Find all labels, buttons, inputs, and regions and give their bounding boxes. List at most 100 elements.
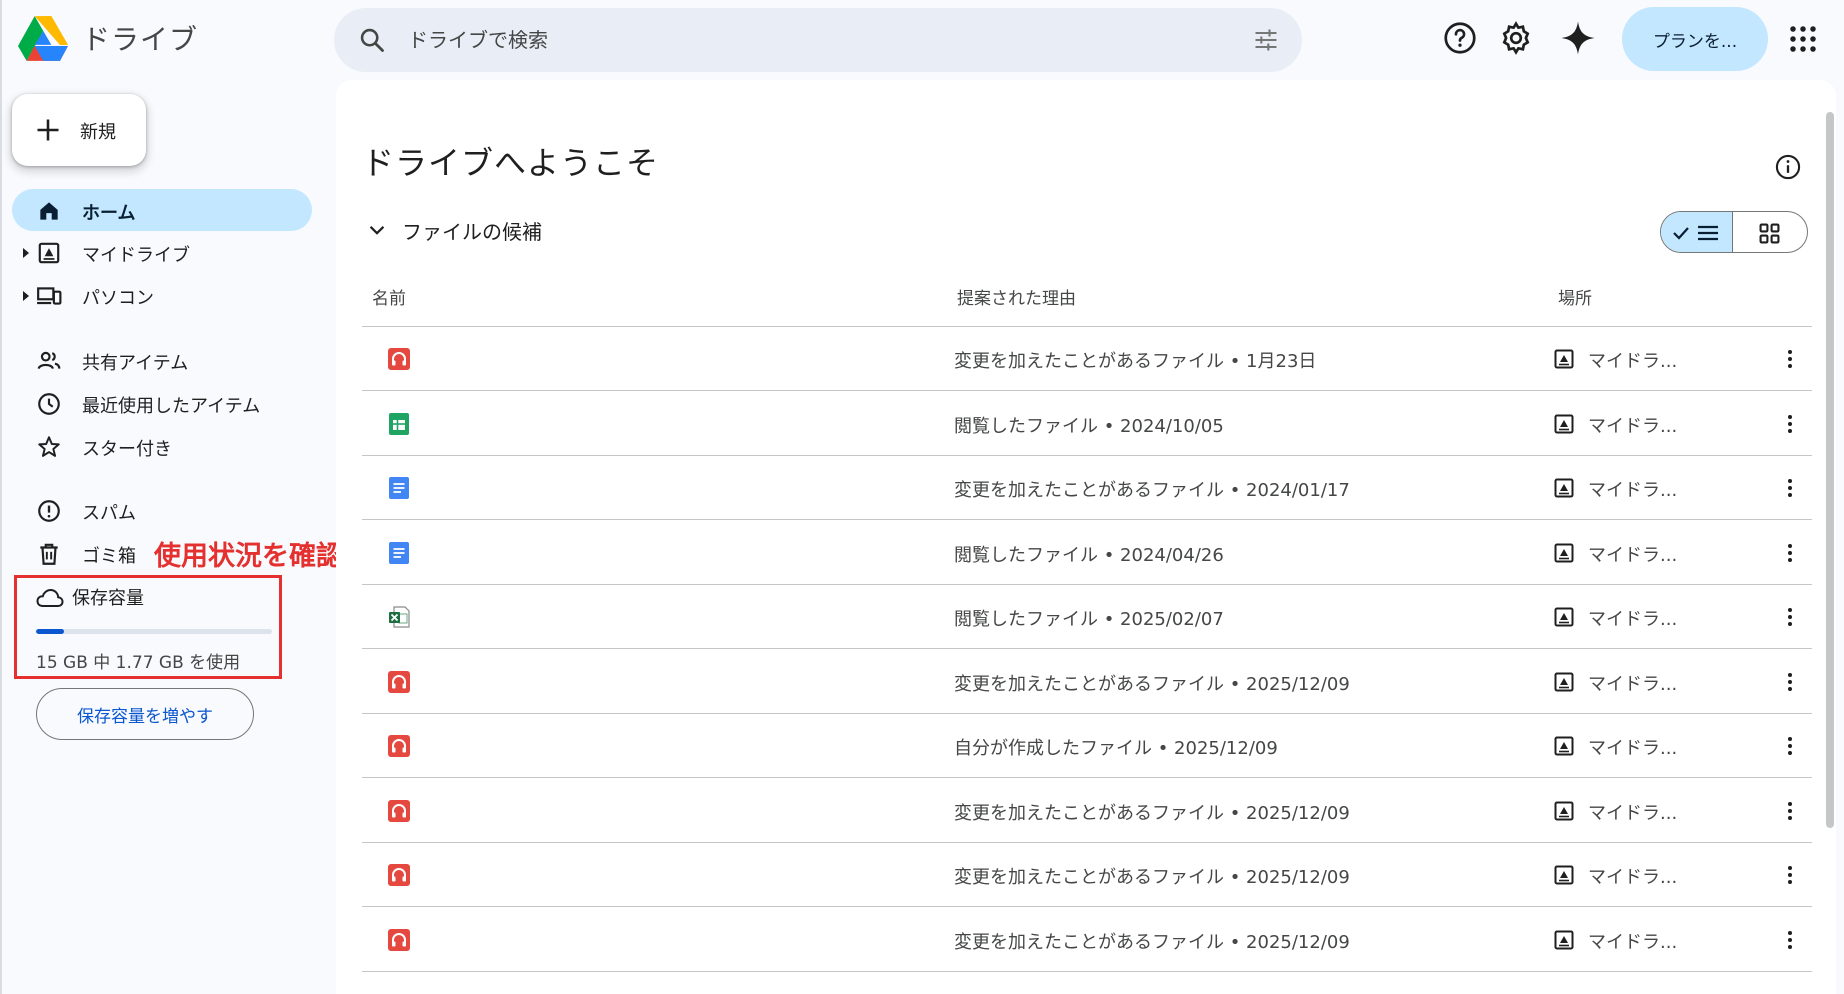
file-row[interactable]: 閲覧したファイル • 2025/02/07 マイドラ... xyxy=(362,585,1812,649)
list-view-check-icon xyxy=(1673,225,1718,241)
sidebar-item-label: マイドライブ xyxy=(82,245,190,266)
more-actions-icon[interactable] xyxy=(1776,603,1804,631)
file-row[interactable]: 自分が作成したファイル • 2025/12/09 マイドラ... xyxy=(362,714,1812,778)
search-input[interactable] xyxy=(408,22,1188,58)
home-icon xyxy=(40,202,58,220)
drive-logo-icon[interactable] xyxy=(18,16,68,61)
sidebar-item-starred[interactable]: スター付き xyxy=(12,425,312,467)
file-location[interactable]: マイドラ... xyxy=(1588,928,1677,954)
search-icon[interactable] xyxy=(358,26,386,54)
suggestion-reason: 変更を加えたことがあるファイル • 2025/12/09 xyxy=(954,802,1350,824)
column-header-reason: 提案された理由 xyxy=(957,289,1076,309)
sidebar-item-my-drive[interactable]: マイドライブ xyxy=(12,231,312,273)
more-actions-icon[interactable] xyxy=(1776,668,1804,696)
expand-arrow-icon[interactable] xyxy=(23,291,29,301)
search-bar[interactable] xyxy=(334,8,1302,72)
sidebar-item-label: 共有アイテム xyxy=(82,353,189,374)
app-title: ドライブ xyxy=(82,23,199,56)
sidebar-item-label: ゴミ箱 xyxy=(82,546,136,567)
plus-icon xyxy=(37,119,59,141)
audio-file-icon xyxy=(388,348,410,370)
sidebar-item-spam[interactable]: スパム xyxy=(12,489,312,531)
chevron-down-icon[interactable] xyxy=(366,219,388,241)
more-actions-icon[interactable] xyxy=(1776,539,1804,567)
file-location[interactable]: マイドラ... xyxy=(1588,670,1677,696)
help-icon[interactable] xyxy=(1442,20,1478,56)
more-actions-icon[interactable] xyxy=(1776,732,1804,760)
my-drive-icon xyxy=(1554,414,1574,434)
info-icon[interactable] xyxy=(1774,153,1802,181)
computers-icon xyxy=(37,287,62,305)
expand-arrow-icon[interactable] xyxy=(23,248,29,258)
sidebar-item-label: 最近使用したアイテム xyxy=(82,396,261,417)
settings-gear-icon[interactable] xyxy=(1498,20,1534,56)
file-location[interactable]: マイドラ... xyxy=(1588,541,1677,567)
more-actions-icon[interactable] xyxy=(1776,474,1804,502)
file-row[interactable]: 変更を加えたことがあるファイル • 1月23日 マイドラ... xyxy=(362,327,1812,391)
annotation-highlight-box xyxy=(14,575,282,679)
audio-file-icon xyxy=(388,735,410,757)
excel-file-icon xyxy=(388,606,410,628)
spam-icon xyxy=(38,500,60,522)
search-options-icon[interactable] xyxy=(1252,26,1280,54)
google-docs-icon xyxy=(388,477,410,499)
list-view-button[interactable] xyxy=(1661,212,1734,252)
sidebar-item-label: スター付き xyxy=(82,439,172,460)
google-docs-icon xyxy=(388,541,410,564)
file-location[interactable]: マイドラ... xyxy=(1588,347,1677,373)
audio-file-icon xyxy=(388,670,410,693)
my-drive-icon xyxy=(38,242,60,264)
file-location[interactable]: マイドラ... xyxy=(1588,863,1677,889)
file-row[interactable]: 変更を加えたことがあるファイル • 2025/12/09 マイドラ... xyxy=(362,650,1812,714)
sidebar-item-label: パソコン xyxy=(82,288,154,309)
suggested-files-heading[interactable]: ファイルの候補 xyxy=(402,216,542,245)
column-header-name[interactable]: 名前 xyxy=(372,284,406,309)
google-sheets-icon xyxy=(388,412,410,435)
view-toggle[interactable] xyxy=(1660,211,1808,253)
file-row[interactable]: 変更を加えたことがあるファイル • 2025/12/09 マイドラ... xyxy=(362,843,1812,907)
file-location[interactable]: マイドラ... xyxy=(1588,605,1677,631)
more-actions-icon[interactable] xyxy=(1776,410,1804,438)
star-icon xyxy=(38,436,60,457)
upgrade-plan-button[interactable]: プランを... xyxy=(1622,7,1768,71)
suggestion-reason: 閲覧したファイル • 2024/04/26 xyxy=(954,544,1224,566)
sidebar-item-computers[interactable]: パソコン xyxy=(12,274,312,316)
clock-icon xyxy=(38,393,60,415)
file-row[interactable]: 閲覧したファイル • 2024/10/05 マイドラ... xyxy=(362,392,1812,456)
file-location[interactable]: マイドラ... xyxy=(1588,799,1677,825)
my-drive-icon xyxy=(1554,865,1574,885)
more-actions-icon[interactable] xyxy=(1776,926,1804,954)
my-drive-icon xyxy=(1554,478,1574,498)
my-drive-icon xyxy=(1554,672,1574,692)
file-location[interactable]: マイドラ... xyxy=(1588,476,1677,502)
grid-view-button[interactable] xyxy=(1733,212,1807,252)
page-title: ドライブへようこそ xyxy=(362,144,660,182)
file-location[interactable]: マイドラ... xyxy=(1588,412,1677,438)
more-actions-icon[interactable] xyxy=(1776,861,1804,889)
more-actions-icon[interactable] xyxy=(1776,797,1804,825)
suggestion-reason: 変更を加えたことがあるファイル • 1月23日 xyxy=(954,351,1317,372)
file-location[interactable]: マイドラ... xyxy=(1588,734,1677,760)
top-bar: ドライブ プランを... xyxy=(2,0,1844,80)
main-content: ドライブへようこそ ファイルの候補 名前 提案された理由 場所 変更を加えたこと… xyxy=(336,80,1836,994)
file-row[interactable]: 変更を加えたことがあるファイル • 2024/01/17 マイドラ... xyxy=(362,456,1812,520)
suggestion-reason: 閲覧したファイル • 2025/02/07 xyxy=(954,609,1224,630)
file-row[interactable]: 閲覧したファイル • 2024/04/26 マイドラ... xyxy=(362,521,1812,585)
new-button[interactable]: 新規 xyxy=(12,94,146,166)
get-more-storage-button[interactable]: 保存容量を増やす xyxy=(36,688,254,740)
suggestion-reason: 変更を加えたことがあるファイル • 2024/01/17 xyxy=(954,480,1350,501)
more-actions-icon[interactable] xyxy=(1776,345,1804,373)
trash-icon xyxy=(40,543,58,565)
sidebar-item-recent[interactable]: 最近使用したアイテム xyxy=(12,382,312,424)
my-drive-icon xyxy=(1554,736,1574,756)
file-row[interactable]: 変更を加えたことがあるファイル • 2025/12/09 マイドラ... xyxy=(362,779,1812,843)
file-row[interactable]: 変更を加えたことがあるファイル • 2025/12/09 マイドラ... xyxy=(362,908,1812,972)
apps-grid-icon[interactable] xyxy=(1788,24,1818,54)
shared-with-me-icon xyxy=(37,351,61,370)
gemini-spark-icon[interactable] xyxy=(1560,20,1596,56)
scrollbar[interactable] xyxy=(1826,112,1834,828)
sidebar-item-shared[interactable]: 共有アイテム xyxy=(12,339,312,381)
audio-file-icon xyxy=(388,928,410,951)
sidebar-item-home[interactable]: ホーム xyxy=(12,189,312,231)
my-drive-icon xyxy=(1554,543,1574,563)
